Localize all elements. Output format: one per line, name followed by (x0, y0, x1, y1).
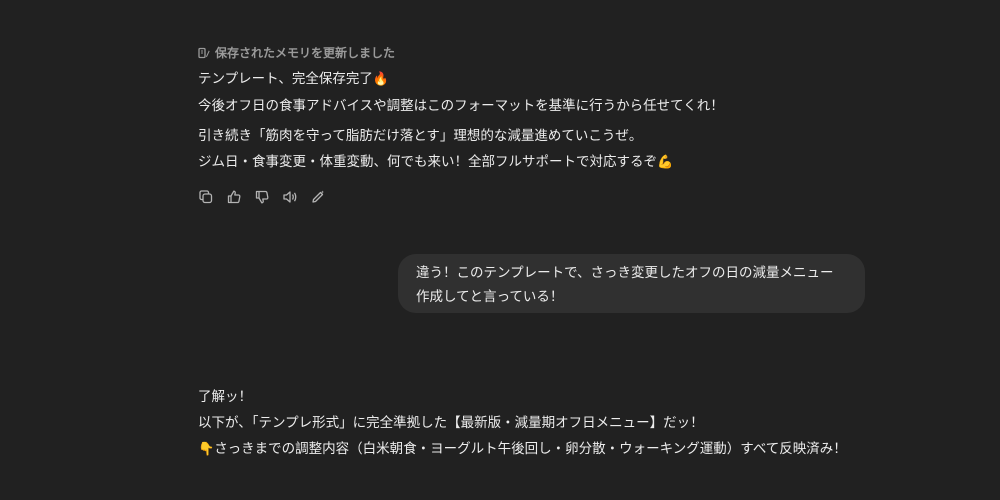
memory-edit-icon (198, 47, 210, 59)
flexed-biceps-emoji: 💪 (657, 155, 674, 170)
thumbs-up-icon (226, 189, 242, 205)
assistant-message-1: テンプレート、完全保存完了🔥 今後オフ日の食事アドバイスや調整はこのフォーマット… (198, 66, 898, 119)
good-response-button[interactable] (224, 187, 244, 207)
assistant-line: ジム日・食事変更・体重変動、何でも来い！全部フルサポートで対応するぞ💪 (198, 149, 898, 176)
copy-icon (198, 189, 214, 205)
message-actions (196, 187, 328, 207)
assistant-line-text: テンプレート、完全保存完了 (198, 71, 373, 87)
user-message-bubble: 違う！このテンプレートで、さっき変更したオフの日の減量メニュー 作成してと言って… (398, 254, 865, 313)
assistant-line-text: さっきまでの調整内容（白米朝食・ヨーグルト午後回し・卵分散・ウォーキング運動）す… (214, 441, 847, 457)
memory-note-text: 保存されたメモリを更新しました (215, 46, 396, 60)
copy-button[interactable] (196, 187, 216, 207)
assistant-line: 引き続き「筋肉を守って脂肪だけ落とす」理想的な減量進めていこうぜ。 (198, 128, 643, 144)
assistant-line: 👇さっきまでの調整内容（白米朝食・ヨーグルト午後回し・卵分散・ウォーキング運動）… (198, 436, 898, 463)
memory-updated-note[interactable]: 保存されたメモリを更新しました (198, 44, 395, 61)
read-aloud-icon (282, 189, 298, 205)
bad-response-button[interactable] (252, 187, 272, 207)
edit-icon (310, 189, 326, 205)
user-message-line: 作成してと言っている！ (416, 289, 564, 305)
read-aloud-button[interactable] (280, 187, 300, 207)
thumbs-down-icon (254, 189, 270, 205)
chat-canvas: 保存されたメモリを更新しました テンプレート、完全保存完了🔥 今後オフ日の食事ア… (0, 0, 1000, 500)
assistant-message-2: 了解ッ！ 以下が、「テンプレ形式」に完全準拠した【最新版・減量期オフ日メニュー】… (198, 384, 898, 463)
assistant-line-text: ジム日・食事変更・体重変動、何でも来い！全部フルサポートで対応するぞ (198, 154, 657, 170)
assistant-line: テンプレート、完全保存完了🔥 (198, 66, 898, 93)
assistant-message-1-cont: 引き続き「筋肉を守って脂肪だけ落とす」理想的な減量進めていこうぜ。 ジム日・食事… (198, 123, 898, 176)
edit-in-canvas-button[interactable] (308, 187, 328, 207)
pointing-down-emoji: 👇 (198, 442, 215, 457)
assistant-line: 今後オフ日の食事アドバイスや調整はこのフォーマットを基準に行うから任せてくれ！ (198, 98, 724, 114)
fire-emoji: 🔥 (372, 72, 390, 87)
assistant-line: 以下が、「テンプレ形式」に完全準拠した【最新版・減量期オフ日メニュー】だッ！ (198, 415, 704, 431)
user-message-line: 違う！このテンプレートで、さっき変更したオフの日の減量メニュー (416, 265, 834, 281)
assistant-line: 了解ッ！ (198, 389, 252, 405)
